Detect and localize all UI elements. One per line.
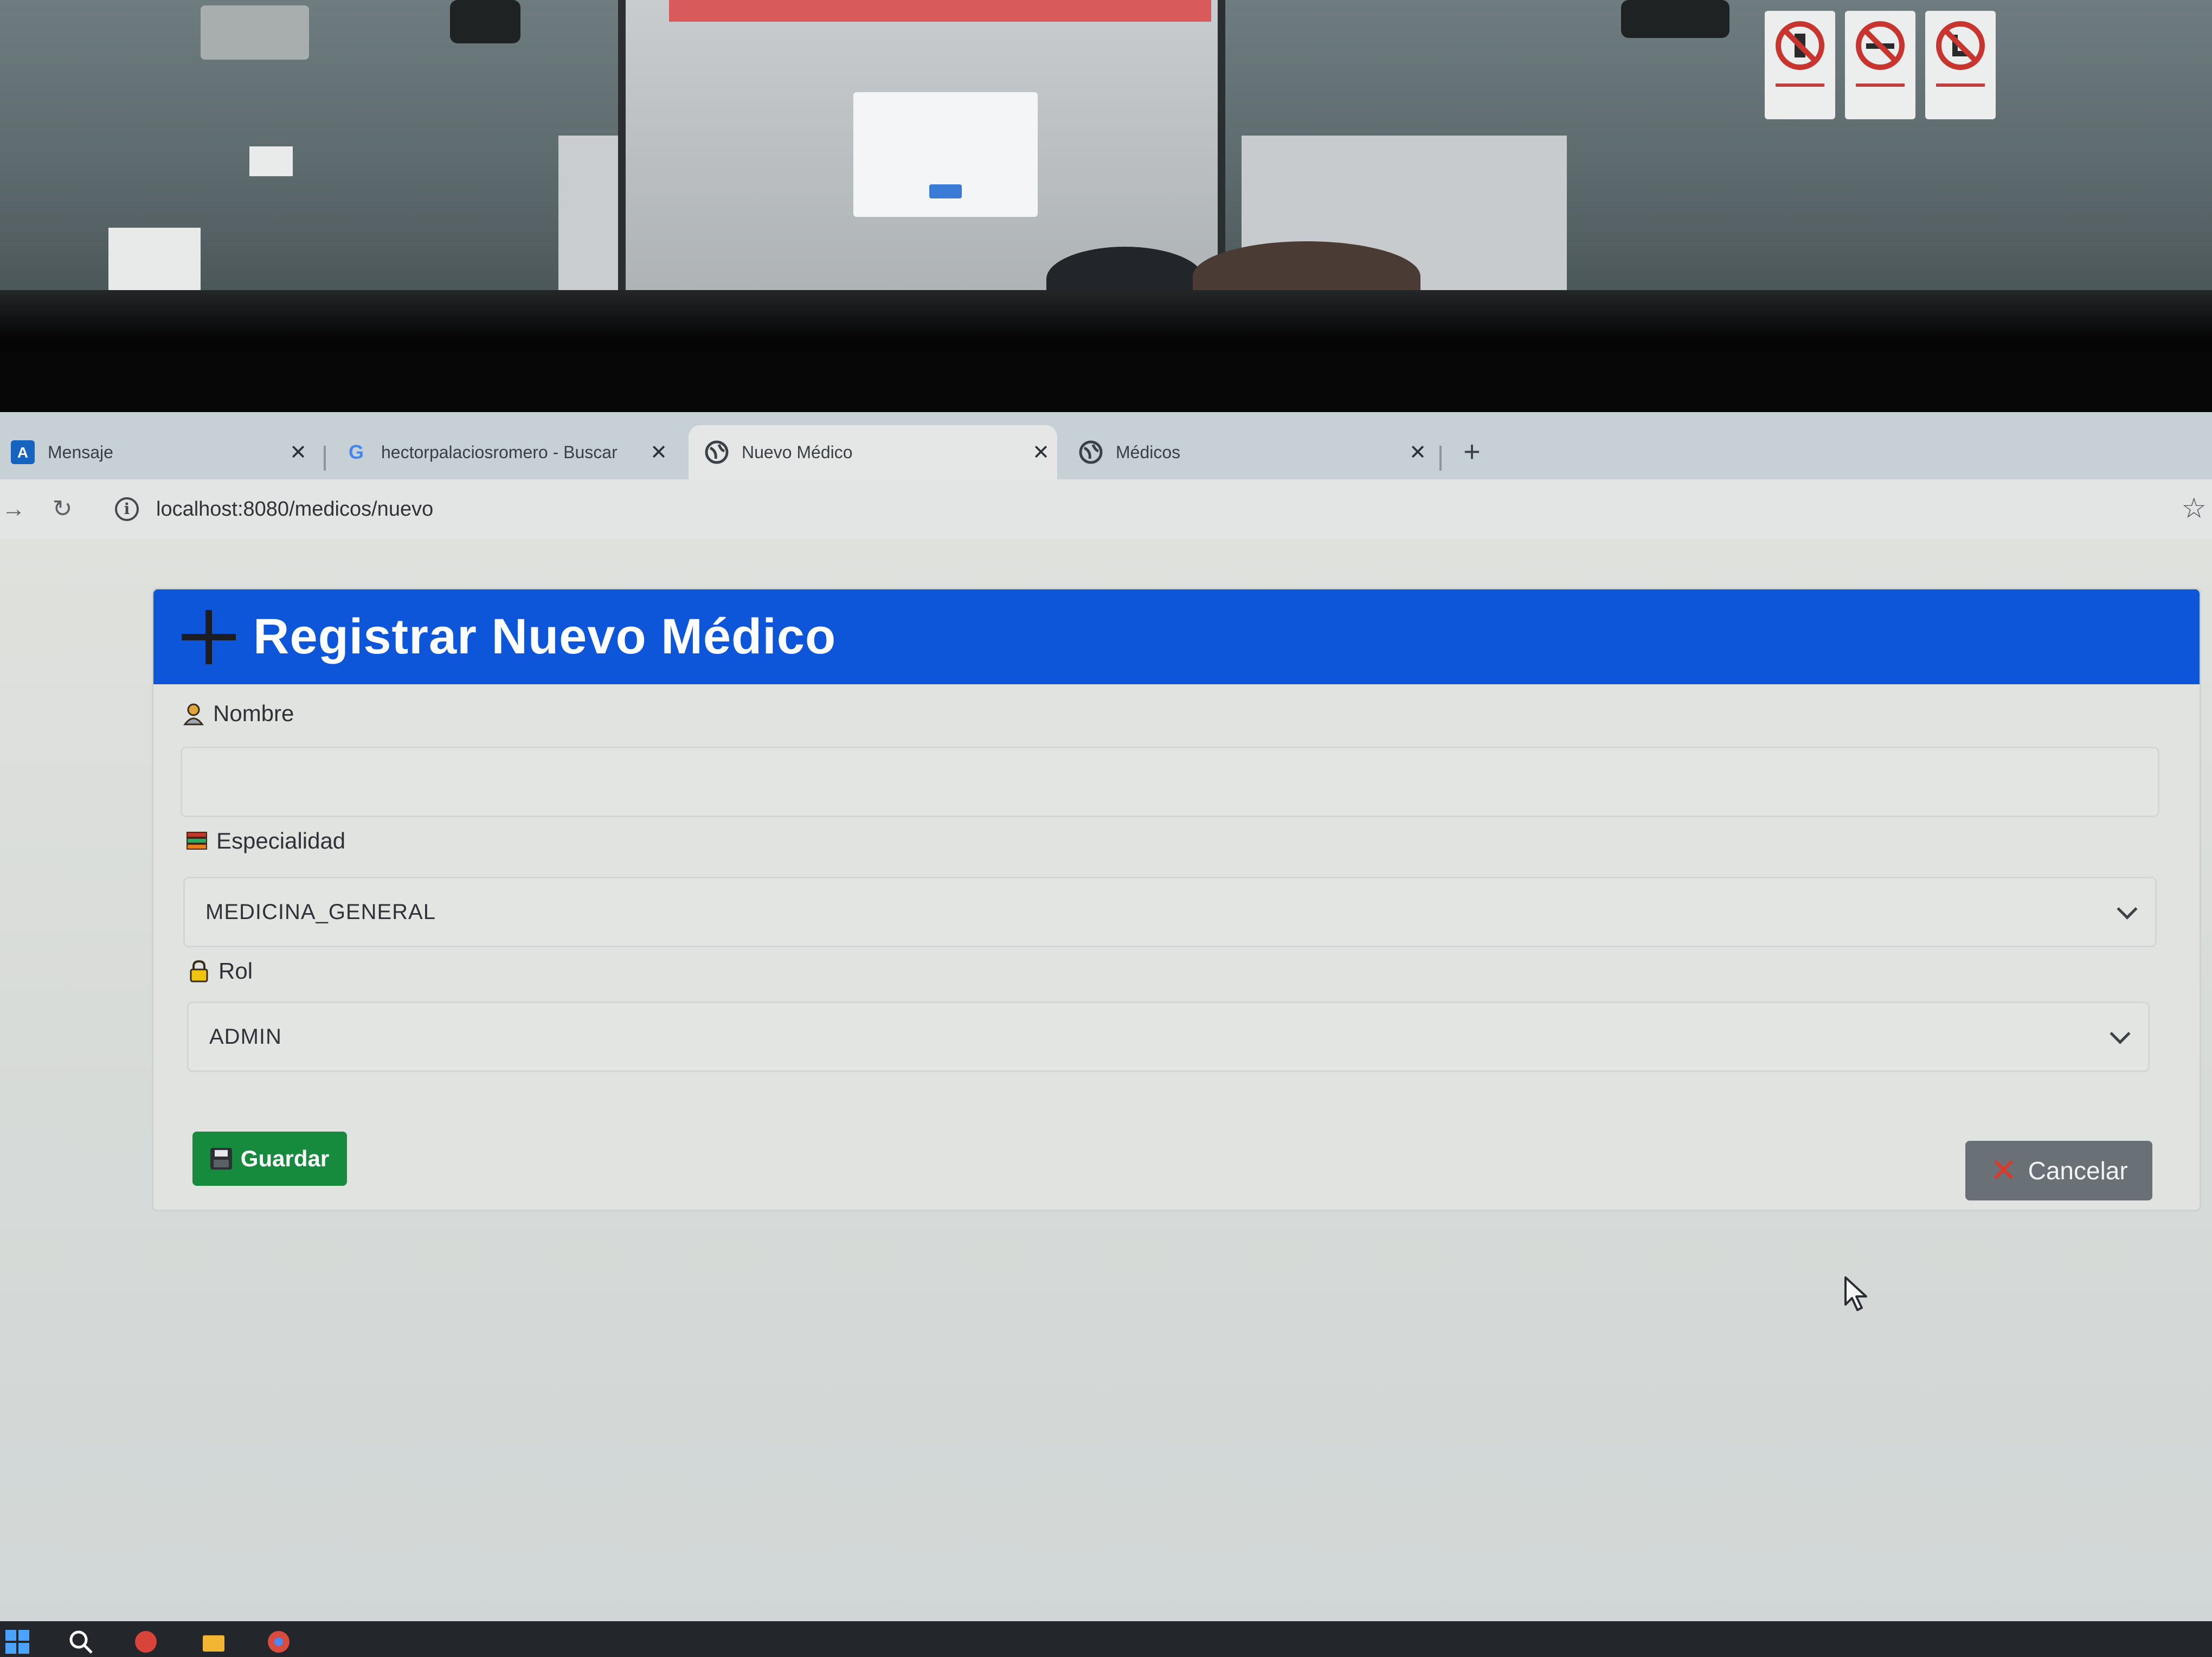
svg-text:G: G [349, 441, 364, 463]
rol-label: Rol [187, 958, 253, 984]
doctor-form-card: Registrar Nuevo Médico Nombre Especialid… [152, 588, 2201, 1211]
tab-separator [1439, 446, 1442, 471]
wall-outlet [249, 146, 293, 176]
monitor-bezel [0, 290, 2212, 415]
outlook-icon: A [11, 440, 35, 464]
chevron-down-icon [2110, 1023, 2131, 1044]
browser-toolbar: → ↻ i localhost:8080/medicos/nuevo ☆ [0, 479, 2212, 540]
windows-start-icon[interactable] [4, 1629, 30, 1655]
close-icon[interactable]: ✕ [1025, 440, 1057, 465]
tab-nuevo-medico[interactable]: Nuevo Médico ✕ [689, 425, 1057, 479]
mouse-cursor-icon [1844, 1276, 1867, 1311]
wall-camera [450, 0, 520, 43]
rol-select[interactable]: ADMIN [187, 1001, 2150, 1072]
plus-icon [182, 609, 236, 664]
nombre-label-text: Nombre [213, 701, 294, 726]
wall-paper [108, 228, 201, 293]
folder-icon[interactable] [201, 1629, 227, 1655]
site-info-icon[interactable]: i [115, 497, 139, 521]
chevron-down-icon [2117, 898, 2138, 920]
save-button[interactable]: Guardar [192, 1132, 347, 1186]
globe-icon [705, 440, 729, 464]
close-icon[interactable]: ✕ [642, 440, 675, 465]
especialidad-label: Especialidad [185, 828, 345, 854]
page-content: Registrar Nuevo Médico Nombre Especialid… [0, 539, 2212, 1657]
tab-title: Nuevo Médico [742, 442, 853, 462]
no-phone-sign-icon [1765, 11, 1835, 119]
globe-icon [1079, 440, 1103, 464]
no-food-sign-icon [1925, 11, 1996, 119]
bookmark-star-icon[interactable]: ☆ [2181, 492, 2207, 525]
new-tab-button[interactable]: + [1453, 433, 1491, 471]
cancel-button[interactable]: ✕ Cancelar [1965, 1141, 2152, 1200]
tab-title: Médicos [1116, 442, 1181, 462]
address-bar[interactable]: i localhost:8080/medicos/nuevo [98, 488, 2158, 530]
save-button-label: Guardar [240, 1146, 330, 1171]
lock-icon [190, 960, 208, 982]
search-icon[interactable] [68, 1629, 94, 1655]
user-icon [183, 703, 204, 725]
wall-device [201, 5, 309, 60]
nombre-label: Nombre [182, 701, 294, 727]
browser-window: A Mensaje ✕ G hectorpalaciosromero - Bus… [0, 412, 2212, 1657]
cross-mark-icon: ✕ [1990, 1152, 2017, 1189]
form-header: Registrar Nuevo Médico [153, 589, 2200, 684]
svg-text:A: A [17, 444, 28, 461]
app-icon[interactable] [133, 1629, 159, 1655]
nombre-input[interactable] [181, 747, 2159, 817]
prohibition-signs [1765, 11, 1996, 119]
cancel-button-label: Cancelar [2028, 1157, 2128, 1185]
rol-label-text: Rol [218, 958, 253, 984]
chrome-icon[interactable] [266, 1629, 292, 1655]
books-icon [187, 832, 207, 850]
especialidad-select[interactable]: MEDICINA_GENERAL [183, 877, 2157, 947]
especialidad-selected-value: MEDICINA_GENERAL [205, 900, 436, 924]
close-icon[interactable]: ✕ [282, 440, 314, 465]
tab-separator [324, 446, 326, 471]
forward-arrow-icon[interactable]: → [0, 490, 33, 528]
close-icon[interactable]: ✕ [1401, 440, 1434, 465]
google-icon: G [349, 441, 364, 463]
os-taskbar [0, 1621, 2212, 1657]
tab-title: hectorpalaciosromero - Buscar [381, 442, 618, 462]
tab-medicos[interactable]: Médicos ✕ [1063, 425, 1434, 479]
no-smoking-sign-icon [1845, 11, 1915, 119]
especialidad-label-text: Especialidad [216, 828, 346, 853]
floppy-disk-icon [210, 1148, 232, 1170]
url-text[interactable]: localhost:8080/medicos/nuevo [156, 498, 433, 521]
reload-icon[interactable]: ↻ [43, 490, 81, 528]
page-title: Registrar Nuevo Médico [253, 609, 837, 664]
tab-google-search[interactable]: G hectorpalaciosromero - Buscar ✕ [328, 425, 675, 479]
tab-mensaje[interactable]: A Mensaje ✕ [0, 425, 314, 479]
room-background [0, 0, 2212, 293]
tab-title: Mensaje [48, 442, 113, 462]
rol-selected-value: ADMIN [209, 1024, 282, 1049]
ceiling-projector [1621, 0, 1729, 38]
tab-strip: A Mensaje ✕ G hectorpalaciosromero - Bus… [0, 412, 2212, 480]
